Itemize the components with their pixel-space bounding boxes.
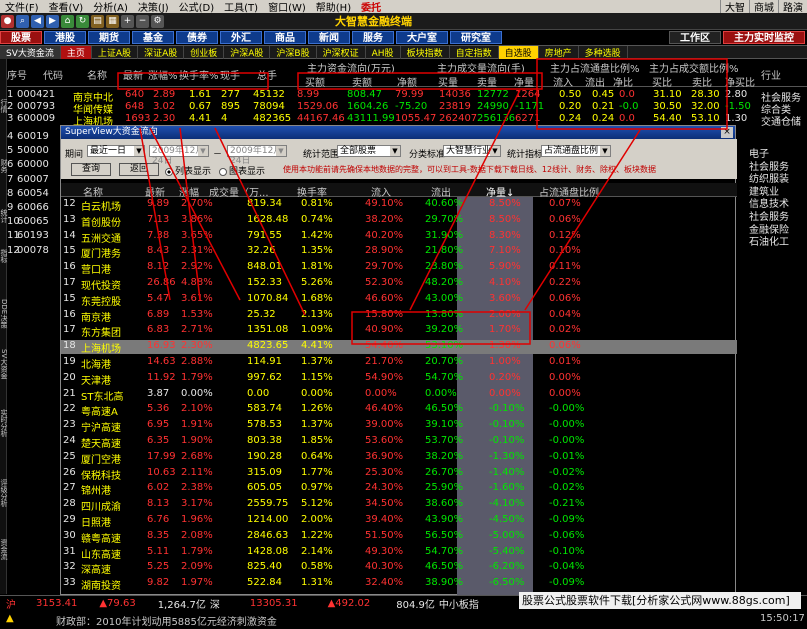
ticker-text[interactable]: 财政部：2010年计划动用5885亿元经济刺激资金 xyxy=(56,613,277,628)
clock: 15:50:17 xyxy=(760,613,805,624)
annotation-arrow-5 xyxy=(409,89,521,311)
annotation-arrow-3 xyxy=(149,127,241,301)
annotation-overlay xyxy=(117,58,728,345)
sh-label: 沪 xyxy=(6,600,16,611)
annotation-box-popup xyxy=(351,311,531,345)
annotation-box-top-right xyxy=(536,58,728,130)
sz-change: ▲492.02 xyxy=(327,598,371,609)
sz-index: 13305.31 xyxy=(249,598,298,609)
annotation-arrow-6 xyxy=(524,129,641,311)
sh-amount: 1,264.7亿 xyxy=(157,600,206,611)
sz-amount: 804.9亿 xyxy=(396,600,435,611)
sh-change: ▲79.63 xyxy=(99,598,136,609)
board-label[interactable]: 中小板指 xyxy=(439,596,479,611)
annotation-arrow-4 xyxy=(214,127,306,316)
ticker-flag-icon: ▲ xyxy=(6,613,14,624)
annotation-arrow-1 xyxy=(139,127,171,301)
annotation-box-top-left xyxy=(117,72,269,90)
news-ticker: ▲ 财政部：2010年计划动用5885亿元经济刺激资金 15:50:17 xyxy=(0,611,807,629)
annotation-box-top-mid xyxy=(297,72,543,90)
sz-label: 深 xyxy=(209,600,220,611)
watermark: 股票公式股票软件下载[分析家公式网www.88gs.com] xyxy=(519,592,801,609)
sh-index: 3153.41 xyxy=(36,598,78,609)
annotation-arrow-2 xyxy=(179,127,201,301)
